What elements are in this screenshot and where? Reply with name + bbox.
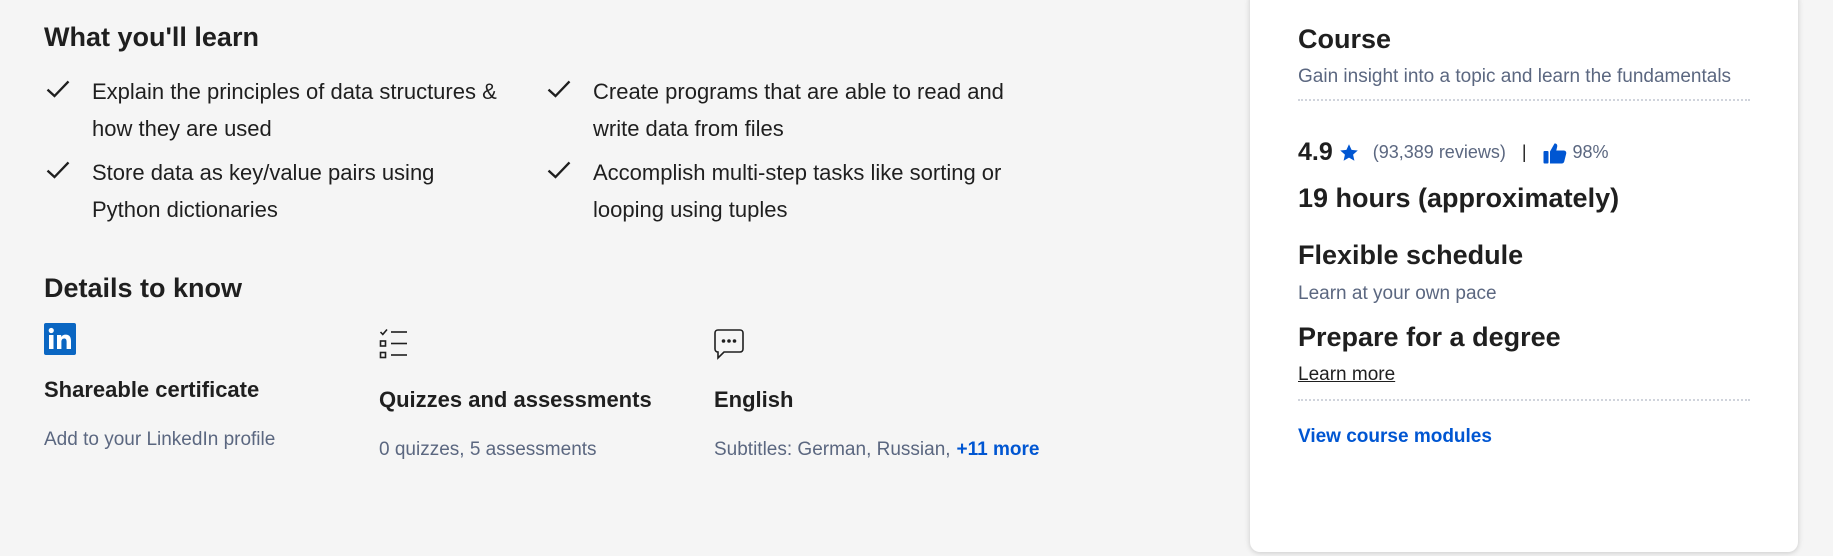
learn-item: Store data as key/value pairs using Pyth… bbox=[44, 154, 492, 228]
quiz-list-icon bbox=[379, 328, 407, 359]
learn-item-text: Explain the principles of data structure… bbox=[92, 79, 497, 141]
course-info-card: Course Gain insight into a topic and lea… bbox=[1250, 0, 1798, 552]
star-icon bbox=[1340, 143, 1358, 161]
learn-item: Explain the principles of data structure… bbox=[44, 73, 532, 147]
rating-separator: | bbox=[1521, 142, 1527, 162]
learn-more-link[interactable]: Learn more bbox=[1298, 364, 1395, 386]
course-duration: 19 hours (approximately) bbox=[1298, 183, 1620, 213]
checkmark-icon bbox=[46, 161, 70, 179]
detail-title: Quizzes and assessments bbox=[379, 387, 652, 412]
detail-quizzes: Quizzes and assessments 0 quizzes, 5 ass… bbox=[379, 323, 759, 461]
course-type-title: Course bbox=[1298, 24, 1392, 54]
course-type-subtitle: Gain insight into a topic and learn the … bbox=[1298, 66, 1732, 87]
main-content: What you'll learn Explain the principles… bbox=[0, 0, 1250, 556]
checkmark-icon bbox=[547, 80, 571, 98]
rating-score: 4.9 bbox=[1298, 138, 1333, 166]
rating-row: 4.9 (93,389 reviews) | 98% bbox=[1298, 138, 1609, 167]
linkedin-icon bbox=[44, 323, 76, 355]
learn-item-text: Create programs that are able to read an… bbox=[593, 79, 1004, 141]
subtitles-text: Subtitles: German, Russian, bbox=[714, 439, 951, 460]
what-you-learn-heading: What you'll learn bbox=[44, 22, 259, 52]
detail-sub: Add to your LinkedIn profile bbox=[44, 429, 276, 450]
learn-item-text: Accomplish multi-step tasks like sorting… bbox=[593, 160, 1002, 222]
learn-item: Create programs that are able to read an… bbox=[545, 73, 1013, 147]
detail-title: English bbox=[714, 387, 794, 412]
like-percentage: 98% bbox=[1572, 142, 1609, 162]
detail-sub: Subtitles: German, Russian, +11 more bbox=[714, 439, 1094, 461]
chat-bubble-icon bbox=[714, 329, 744, 360]
schedule-subtitle: Learn at your own pace bbox=[1298, 283, 1497, 304]
divider bbox=[1298, 99, 1750, 101]
more-languages-link[interactable]: +11 more bbox=[957, 439, 1040, 460]
checkmark-icon bbox=[547, 161, 571, 179]
view-course-modules-link[interactable]: View course modules bbox=[1298, 426, 1492, 448]
detail-certificate: Shareable certificate Add to your Linked… bbox=[44, 323, 424, 451]
degree-title: Prepare for a degree bbox=[1298, 322, 1561, 352]
review-count: (93,389 reviews) bbox=[1372, 142, 1506, 162]
detail-title: Shareable certificate bbox=[44, 377, 260, 402]
learn-item-text: Store data as key/value pairs using Pyth… bbox=[92, 160, 435, 222]
thumbs-up-icon bbox=[1543, 142, 1566, 163]
schedule-title: Flexible schedule bbox=[1298, 240, 1524, 270]
learn-item: Accomplish multi-step tasks like sorting… bbox=[545, 154, 1033, 228]
divider bbox=[1298, 399, 1750, 401]
details-to-know-heading: Details to know bbox=[44, 273, 243, 303]
detail-language: English Subtitles: German, Russian, +11 m… bbox=[714, 323, 1094, 461]
checkmark-icon bbox=[46, 80, 70, 98]
detail-sub: 0 quizzes, 5 assessments bbox=[379, 439, 597, 460]
